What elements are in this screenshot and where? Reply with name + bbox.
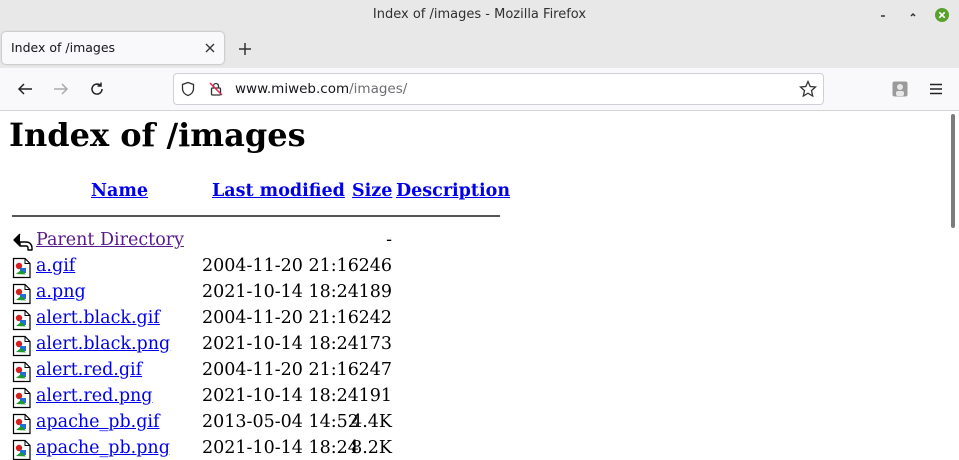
tab-title: Index of /images (11, 40, 116, 55)
maximize-button[interactable] (903, 5, 923, 25)
close-tab-button[interactable] (202, 40, 218, 56)
last-modified-cell: 2021-10-14 18:24 (202, 282, 359, 302)
tab-strip: Index of /images (0, 30, 959, 68)
size-cell: 191 (358, 386, 392, 406)
last-modified-cell: 2004-11-20 21:16 (202, 308, 359, 328)
size-cell: 242 (358, 308, 392, 328)
url-bar[interactable]: www.miweb.com/images/ (173, 73, 824, 105)
image-file-icon (12, 413, 32, 435)
column-header-last-modified[interactable]: Last modified (212, 181, 345, 201)
size-cell: - (386, 230, 392, 250)
file-link[interactable]: alert.red.png (36, 386, 153, 406)
last-modified-cell: 2004-11-20 21:16 (202, 360, 359, 380)
image-file-icon (12, 387, 32, 409)
column-header-size[interactable]: Size (352, 181, 392, 201)
table-row: alert.red.png 2021-10-14 18:24 191 (0, 384, 500, 410)
url-host: www.miweb.com (235, 81, 350, 97)
scrollbar-thumb[interactable] (951, 114, 955, 228)
file-link[interactable]: alert.black.gif (36, 308, 160, 328)
image-file-icon (12, 283, 32, 305)
page-heading: Index of /images (9, 116, 306, 154)
plus-icon (239, 43, 251, 55)
navigation-toolbar: www.miweb.com/images/ (0, 68, 959, 111)
table-row: a.png 2021-10-14 18:24 189 (0, 280, 500, 306)
last-modified-cell: 2021-10-14 18:24 (202, 386, 359, 406)
image-file-icon (12, 257, 32, 279)
back-icon (12, 231, 33, 253)
close-icon (935, 8, 949, 22)
last-modified-cell: 2013-05-04 14:52 (202, 412, 359, 432)
column-header-description[interactable]: Description (396, 181, 510, 201)
forward-button[interactable] (49, 77, 73, 101)
minimize-button[interactable] (873, 5, 893, 25)
maximize-icon (910, 12, 916, 17)
size-cell: 8.2K (351, 438, 392, 458)
page-content: Index of /images Name Last modified Size… (0, 111, 947, 460)
size-cell: 4.4K (351, 412, 392, 432)
new-tab-button[interactable] (233, 37, 257, 61)
table-row: a.gif 2004-11-20 21:16 246 (0, 254, 500, 280)
account-button[interactable] (888, 77, 912, 101)
last-modified-cell: 2004-11-20 21:16 (202, 256, 359, 276)
column-header-name[interactable]: Name (91, 181, 148, 201)
menu-button[interactable] (924, 77, 948, 101)
size-cell: 246 (358, 256, 392, 276)
table-row: apache_pb.png 2021-10-14 18:24 8.2K (0, 436, 500, 460)
table-row: apache_pb.gif 2013-05-04 14:52 4.4K (0, 410, 500, 436)
file-link[interactable]: a.gif (36, 256, 75, 276)
file-link[interactable]: apache_pb.png (36, 438, 170, 458)
table-row: alert.red.gif 2004-11-20 21:16 247 (0, 358, 500, 384)
file-link[interactable]: alert.black.png (36, 334, 170, 354)
insecure-lock-icon[interactable] (207, 80, 225, 98)
minimize-icon (881, 15, 885, 17)
image-file-icon (12, 439, 32, 460)
image-file-icon (12, 335, 32, 357)
shield-icon[interactable] (179, 80, 197, 98)
forward-arrow-icon (54, 83, 69, 95)
last-modified-cell: 2021-10-14 18:24 (202, 438, 359, 458)
close-tab-icon (205, 43, 215, 53)
back-button[interactable] (13, 77, 37, 101)
image-file-icon (12, 309, 32, 331)
table-row: alert.black.png 2021-10-14 18:24 173 (0, 332, 500, 358)
account-icon (892, 81, 908, 97)
parent-directory-row: Parent Directory - (0, 228, 500, 254)
vertical-scrollbar[interactable] (947, 111, 959, 460)
table-row: alert.black.gif 2004-11-20 21:16 242 (0, 306, 500, 332)
url-path: /images/ (349, 81, 408, 97)
size-cell: 173 (358, 334, 392, 354)
hamburger-menu-icon (930, 83, 942, 95)
close-window-button[interactable] (932, 5, 952, 25)
size-cell: 189 (358, 282, 392, 302)
reload-icon (91, 82, 103, 95)
window-title: Index of /images - Mozilla Firefox (372, 7, 587, 22)
file-link[interactable]: alert.red.gif (36, 360, 142, 380)
header-divider (12, 215, 500, 217)
bookmark-star-icon[interactable] (799, 80, 817, 98)
reload-button[interactable] (85, 77, 109, 101)
file-link[interactable]: a.png (36, 282, 86, 302)
size-cell: 247 (358, 360, 392, 380)
parent-directory-link[interactable]: Parent Directory (36, 230, 184, 250)
image-file-icon (12, 361, 32, 383)
url-text[interactable]: www.miweb.com/images/ (235, 81, 407, 97)
last-modified-cell: 2021-10-14 18:24 (202, 334, 359, 354)
back-arrow-icon (17, 83, 32, 95)
window-titlebar: Index of /images - Mozilla Firefox (0, 0, 959, 30)
tab-index-of-images[interactable]: Index of /images (2, 32, 224, 64)
file-link[interactable]: apache_pb.gif (36, 412, 160, 432)
